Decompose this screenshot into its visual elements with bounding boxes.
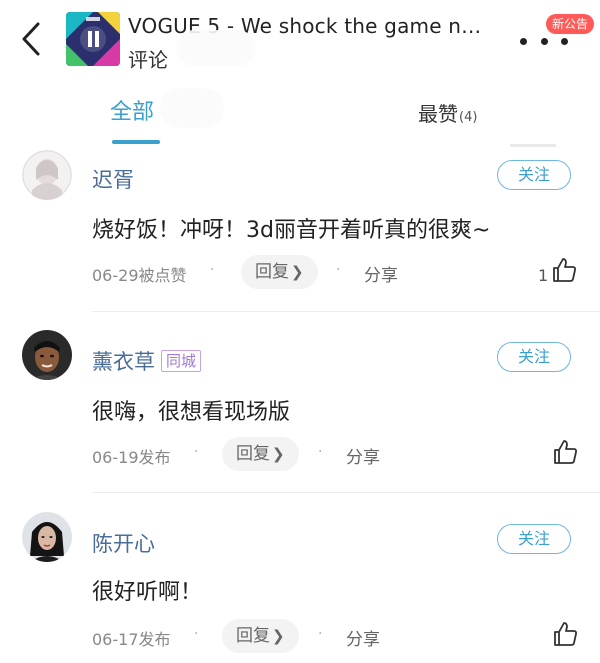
separator-dot: · bbox=[318, 444, 323, 460]
thumbs-up-icon bbox=[554, 440, 577, 464]
comment-text: 很好听啊！ bbox=[92, 580, 203, 605]
username-text: 迟胥 bbox=[92, 168, 134, 192]
page-subtitle: 评论 bbox=[128, 48, 168, 72]
comment-tabs: 全部 最赞(4) bbox=[0, 84, 600, 148]
separator-dot: · bbox=[318, 626, 323, 642]
follow-button[interactable]: 关注 bbox=[497, 524, 571, 554]
chevron-right-icon: ❯ bbox=[272, 445, 285, 463]
reply-button[interactable]: 回复 ❯ bbox=[241, 255, 318, 289]
like-button[interactable] bbox=[550, 256, 578, 284]
username-text: 薰衣草 bbox=[92, 350, 155, 374]
top-bar: VOGUE 5 - We shock the game now… 评论 新公告 bbox=[0, 0, 600, 80]
avatar[interactable] bbox=[22, 330, 72, 380]
active-tab-indicator bbox=[112, 140, 160, 144]
reply-label: 回复 bbox=[236, 626, 270, 646]
divider bbox=[92, 492, 600, 493]
thumbs-up-icon bbox=[554, 622, 577, 646]
comment-timestamp: 06-29被点赞 bbox=[92, 266, 187, 285]
username[interactable]: 陈开心 bbox=[92, 528, 155, 558]
username[interactable]: 薰衣草 同城 bbox=[92, 346, 202, 376]
tab-top-label: 最赞 bbox=[418, 102, 458, 126]
share-button[interactable]: 分享 bbox=[346, 443, 380, 468]
username-text: 陈开心 bbox=[92, 532, 155, 556]
new-notice-badge[interactable]: 新公告 bbox=[546, 14, 595, 34]
chevron-left-icon bbox=[22, 22, 40, 56]
tab-all[interactable]: 全部 bbox=[110, 94, 154, 126]
like-count: 1 bbox=[538, 266, 549, 285]
tab-top-count: (4) bbox=[459, 110, 478, 125]
like-button[interactable] bbox=[551, 438, 579, 466]
chevron-right-icon: ❯ bbox=[272, 627, 285, 645]
song-cover-image[interactable] bbox=[66, 12, 120, 66]
dot-icon bbox=[561, 37, 568, 45]
tab-marker bbox=[510, 144, 556, 147]
comment-timestamp: 06-19发布 bbox=[92, 448, 171, 467]
separator-dot: · bbox=[194, 626, 199, 642]
location-tag: 同城 bbox=[161, 350, 202, 372]
comment-text: 烧好饭！冲呀！3d丽音开着听真的很爽~ bbox=[92, 218, 491, 243]
follow-button[interactable]: 关注 bbox=[497, 342, 571, 372]
comment-text: 很嗨，很想看现场版 bbox=[92, 400, 291, 425]
reply-label: 回复 bbox=[236, 444, 270, 464]
share-button[interactable]: 分享 bbox=[346, 625, 380, 650]
divider bbox=[92, 311, 600, 312]
tab-top-liked[interactable]: 最赞(4) bbox=[418, 98, 477, 127]
follow-button[interactable]: 关注 bbox=[497, 160, 571, 190]
share-button[interactable]: 分享 bbox=[364, 261, 398, 286]
reply-button[interactable]: 回复 ❯ bbox=[222, 619, 299, 653]
chevron-right-icon: ❯ bbox=[291, 263, 304, 281]
separator-dot: · bbox=[336, 262, 341, 278]
separator-dot: · bbox=[210, 262, 215, 278]
thumbs-up-icon bbox=[553, 258, 576, 282]
avatar[interactable] bbox=[22, 150, 72, 200]
separator-dot: · bbox=[194, 444, 199, 460]
comment-timestamp: 06-17发布 bbox=[92, 630, 171, 649]
back-button[interactable] bbox=[14, 18, 48, 60]
reply-button[interactable]: 回复 ❯ bbox=[222, 437, 299, 471]
dot-icon bbox=[540, 37, 548, 45]
dot-icon bbox=[520, 37, 527, 45]
blur-smudge bbox=[176, 30, 256, 66]
like-button[interactable] bbox=[551, 620, 579, 648]
reply-label: 回复 bbox=[255, 262, 289, 282]
username[interactable]: 迟胥 bbox=[92, 164, 134, 194]
avatar[interactable] bbox=[22, 512, 72, 562]
